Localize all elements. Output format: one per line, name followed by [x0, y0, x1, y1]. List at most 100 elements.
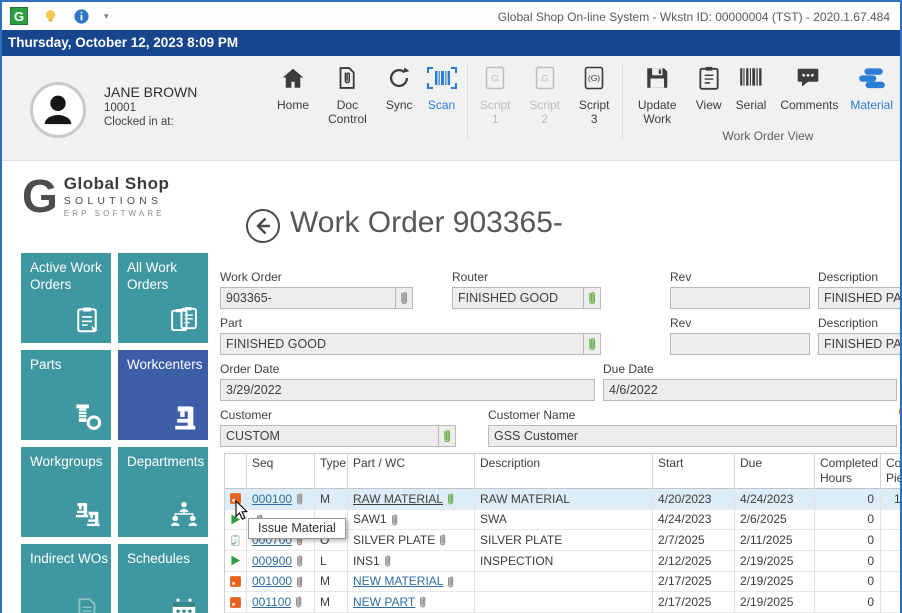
col-seq[interactable]: Seq — [247, 454, 315, 489]
issue-material-icon[interactable] — [229, 596, 242, 609]
date-text: Thursday, October 12, 2023 8:09 PM — [8, 35, 238, 50]
router-attachment-button[interactable] — [583, 287, 601, 309]
tile-schedules[interactable]: Schedules — [118, 544, 208, 613]
ribbon-home-button[interactable]: Home — [270, 63, 316, 113]
tooltip: Issue Material — [248, 518, 346, 539]
order-date-field[interactable]: 3/29/2022 — [220, 379, 595, 401]
col-part-wc[interactable]: Part / WC — [348, 454, 475, 489]
part-label: Part — [220, 316, 242, 330]
hint-bulb-icon[interactable] — [42, 8, 59, 25]
app-logo-icon[interactable]: G — [10, 7, 28, 25]
paperclip-icon[interactable] — [438, 533, 447, 547]
customer-attachment-button[interactable] — [438, 425, 456, 447]
tile-parts[interactable]: Parts — [21, 350, 111, 440]
work-order-attachment-button[interactable] — [395, 287, 413, 309]
user-name: JANE BROWN — [104, 84, 197, 100]
document-icon — [72, 596, 102, 613]
part-field[interactable]: FINISHED GOOD — [220, 333, 584, 355]
col-completed-pieces[interactable]: Completed Pieces — [881, 454, 902, 489]
clipboard-check-icon[interactable] — [229, 534, 242, 547]
part-link[interactable]: RAW MATERIAL — [353, 489, 443, 510]
customer-field[interactable]: CUSTOM — [220, 425, 439, 447]
date-bar: Thursday, October 12, 2023 8:09 PM — [2, 30, 900, 56]
col-completed-hours[interactable]: Completed Hours — [815, 454, 881, 489]
seq-link[interactable]: 001000 — [252, 571, 292, 592]
work-order-field[interactable]: 903365- — [220, 287, 396, 309]
barcode-icon — [738, 65, 764, 91]
user-number: 10001 — [104, 102, 197, 114]
ribbon-script2-button: Script 2 — [520, 63, 570, 127]
avatar — [30, 82, 86, 138]
tile-active-work-orders[interactable]: Active Work Orders — [21, 253, 111, 343]
ribbon-view-button[interactable]: View — [689, 63, 729, 113]
chevron-down-icon[interactable]: ▾ — [104, 11, 109, 22]
paperclip-icon[interactable] — [446, 575, 455, 589]
table-row[interactable]: 000100 M RAW MATERIAL RAW MATERIAL 4/20/… — [225, 489, 902, 510]
paperclip-icon[interactable] — [383, 554, 392, 568]
ribbon-serial-button[interactable]: Serial — [729, 63, 774, 113]
seq-link[interactable]: 000100 — [252, 489, 292, 510]
router-field[interactable]: FINISHED GOOD — [452, 287, 584, 309]
ribbon-sync-button[interactable]: Sync — [379, 63, 420, 113]
rev-label: Rev — [670, 270, 691, 284]
clipboard-icon — [72, 305, 102, 335]
work-order-label: Work Order — [220, 270, 282, 284]
paperclip-icon[interactable] — [295, 575, 304, 589]
paperclip-icon[interactable] — [294, 595, 303, 609]
home-icon — [280, 65, 306, 91]
rev-field[interactable] — [670, 287, 810, 309]
ribbon-scan-button[interactable]: Scan — [420, 63, 464, 113]
rev-field[interactable] — [670, 333, 810, 355]
back-button[interactable] — [245, 208, 281, 244]
tile-indirect-wos[interactable]: Indirect WOs — [21, 544, 111, 613]
description-field[interactable]: FINISHED PART — [818, 287, 902, 309]
calendar-icon — [169, 596, 199, 613]
table-row[interactable]: 001100 M NEW PART 2/17/2025 2/19/2025 0 … — [225, 592, 902, 613]
seq-link[interactable]: 001100 — [252, 592, 291, 613]
info-icon[interactable] — [73, 8, 90, 25]
ribbon-comments-button[interactable]: Comments — [773, 63, 843, 113]
table-row[interactable]: 000900 L INS1 INSPECTION 2/12/2025 2/19/… — [225, 551, 902, 572]
save-icon — [644, 65, 670, 91]
paperclip-icon[interactable] — [446, 492, 455, 506]
page-title: Work Order 903365- — [290, 206, 563, 240]
table-header-row: Seq Type Part / WC Description Start Due… — [225, 454, 902, 489]
col-start[interactable]: Start — [653, 454, 735, 489]
table-row[interactable]: 001000 M NEW MATERIAL 2/17/2025 2/19/202… — [225, 572, 902, 593]
paperclip-icon[interactable] — [295, 554, 304, 568]
ribbon-doc-control-button[interactable]: Doc Control — [316, 63, 379, 127]
description-field[interactable]: FINISHED PART D — [818, 333, 902, 355]
tile-all-work-orders[interactable]: All Work Orders — [118, 253, 208, 343]
machines-icon — [72, 499, 102, 529]
ribbon-separator — [467, 63, 468, 139]
tile-departments[interactable]: Departments — [118, 447, 208, 537]
col-type[interactable]: Type — [315, 454, 348, 489]
top-strip: JANE BROWN 10001 Clocked in at: Home Doc… — [2, 56, 900, 161]
clipboards-icon — [169, 305, 199, 335]
seq-link[interactable]: 000900 — [252, 551, 292, 572]
col-due[interactable]: Due — [735, 454, 815, 489]
nav-tiles: Active Work Orders All Work Orders Parts… — [21, 253, 208, 613]
issue-material-icon[interactable] — [229, 575, 242, 588]
part-attachment-button[interactable] — [583, 333, 601, 355]
paperclip-icon[interactable] — [390, 513, 399, 527]
customer-name-field[interactable]: GSS Customer — [488, 425, 897, 447]
paperclip-icon[interactable] — [295, 492, 304, 506]
part-link[interactable]: NEW PART — [353, 592, 415, 613]
sync-icon — [386, 65, 412, 91]
ribbon-update-work-button[interactable]: Update Work — [626, 63, 689, 127]
part-link[interactable]: NEW MATERIAL — [353, 571, 443, 592]
script-doc-icon — [485, 65, 505, 91]
ribbon-material-button[interactable]: Material — [843, 63, 900, 113]
ribbon-script1-button: Script 1 — [470, 63, 520, 127]
tile-workcenters[interactable]: Workcenters — [118, 350, 208, 440]
title-bar: G ▾ Global Shop On-line System - Wkstn I… — [2, 0, 900, 30]
script-doc-icon — [584, 65, 604, 91]
tile-workgroups[interactable]: Workgroups — [21, 447, 111, 537]
customer-name-label: Customer Name — [488, 408, 575, 422]
ribbon-script3-button[interactable]: Script 3 — [569, 63, 619, 127]
due-date-field[interactable]: 4/6/2022 — [603, 379, 897, 401]
col-description[interactable]: Description — [475, 454, 653, 489]
play-icon[interactable] — [229, 554, 242, 567]
paperclip-icon[interactable] — [418, 595, 427, 609]
